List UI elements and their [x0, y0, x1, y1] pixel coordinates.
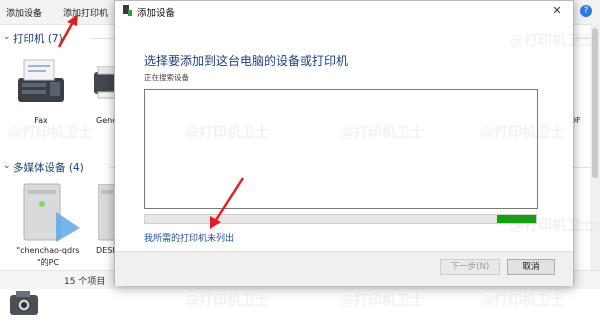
annotation-arrowhead-link — [210, 216, 221, 229]
annotation-arrow-toolbar — [57, 21, 75, 48]
annotation-arrows — [57, 14, 245, 229]
annotation-arrow-link — [214, 177, 245, 221]
